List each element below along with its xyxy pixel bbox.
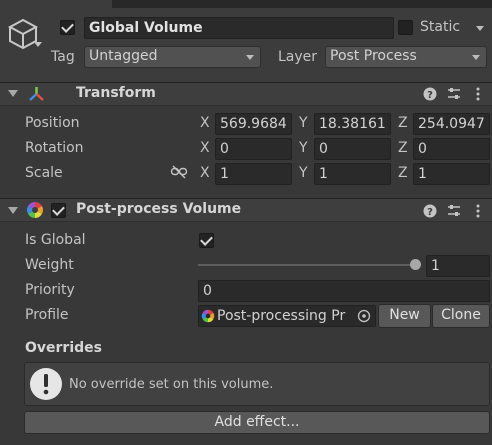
scale-label[interactable]: Scale [25,165,63,181]
static-dropdown-caret-icon[interactable] [476,26,484,31]
rotation-label[interactable]: Rotation [25,140,84,156]
constrain-proportions-icon[interactable] [170,165,188,179]
ppvolume-presets-icon[interactable] [446,203,462,219]
layer-label-text: Layer [278,49,318,65]
presets-icon[interactable] [446,86,462,102]
layer-value: Post Process [330,48,417,64]
weight-label: Weight [25,257,74,273]
scale-x-field[interactable]: 1 [215,163,292,185]
position-x-field[interactable]: 569.9684 [215,113,292,135]
active-checkbox[interactable] [60,20,75,35]
profile-label: Profile [25,307,69,323]
transform-icon [29,87,44,101]
ppvolume-color-wheel-icon [27,202,43,218]
tag-dropdown[interactable]: Untagged [84,46,261,68]
position-label[interactable]: Position [25,115,80,131]
object-picker-icon[interactable] [357,309,371,323]
ppvolume-header[interactable] [0,198,492,222]
static-label[interactable]: Static [420,19,460,35]
ppvolume-help-icon[interactable]: ? [422,203,438,219]
rotation-x-field[interactable]: 0 [215,138,292,160]
scale-y-field[interactable]: 1 [314,163,391,185]
add-effect-button[interactable]: Add effect... [24,411,490,434]
profile-asset-icon [201,309,215,323]
position-z-field[interactable]: 254.0947 [413,113,490,135]
gameobject-name-field[interactable]: Global Volume [84,17,394,39]
rotation-z-axis-label[interactable]: Z [398,140,408,156]
svg-text:?: ? [427,90,433,101]
rotation-z-field[interactable]: 0 [413,138,490,160]
scale-z-field[interactable]: 1 [413,163,490,185]
new-profile-button[interactable]: New [378,304,431,328]
scale-y-axis-label[interactable]: Y [299,165,308,181]
position-y-field[interactable]: 18.38161 [314,113,391,135]
transform-header[interactable] [0,82,492,106]
weight-slider-track[interactable] [198,264,417,266]
help-icon[interactable]: ? [422,86,438,102]
static-checkbox[interactable] [398,20,413,35]
clone-profile-button[interactable]: Clone [432,304,490,328]
is-global-checkbox[interactable] [199,233,214,248]
position-y-axis-label[interactable]: Y [299,115,308,131]
more-options-icon[interactable] [470,86,486,102]
rotation-y-field[interactable]: 0 [314,138,391,160]
ppvolume-foldout-icon[interactable] [8,207,18,214]
weight-slider-thumb[interactable] [410,259,421,270]
inspector-tab[interactable] [0,0,112,8]
tag-value: Untagged [89,48,158,64]
layer-dropdown[interactable]: Post Process [325,46,487,68]
tag-label: Tag [51,49,75,65]
transform-foldout-icon[interactable] [8,90,18,97]
transform-title: Transform [76,85,156,101]
ppvolume-title: Post-process Volume [76,201,242,217]
svg-text:?: ? [427,207,433,218]
overrides-title: Overrides [25,340,102,356]
info-icon [30,368,62,400]
no-override-message: No override set on this volume. [69,377,274,392]
tag-dropdown-caret-icon [246,55,254,60]
ppvolume-more-options-icon[interactable] [470,203,486,219]
priority-label: Priority [25,282,75,298]
scale-z-axis-label[interactable]: Z [398,165,408,181]
position-x-axis-label[interactable]: X [200,115,210,131]
rotation-x-axis-label[interactable]: X [200,140,210,156]
profile-field[interactable]: Post-processing Pr [198,305,376,327]
is-global-label: Is Global [25,232,86,248]
profile-value: Post-processing Pr [217,308,346,324]
layer-dropdown-caret-icon [472,55,480,60]
ppvolume-enabled-checkbox[interactable] [51,203,66,218]
priority-field[interactable]: 0 [198,280,490,302]
icon-dropdown-caret-icon[interactable] [34,42,42,47]
rotation-y-axis-label[interactable]: Y [299,140,308,156]
position-z-axis-label[interactable]: Z [398,115,408,131]
weight-field[interactable]: 1 [426,255,490,277]
scale-x-axis-label[interactable]: X [200,165,210,181]
